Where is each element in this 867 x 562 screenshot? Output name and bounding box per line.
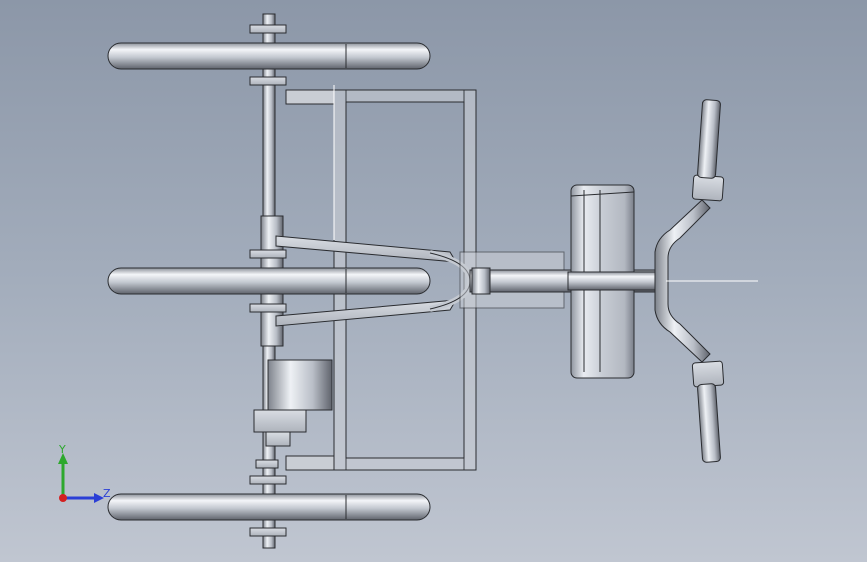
y-axis-label: Y: [59, 443, 66, 456]
coordinate-triad: Y Z: [48, 440, 118, 510]
seat[interactable]: [567, 184, 667, 379]
graphics-viewport[interactable]: Y Z: [0, 0, 867, 562]
tricycle-model[interactable]: [0, 0, 867, 562]
z-axis-label: Z: [103, 487, 111, 500]
